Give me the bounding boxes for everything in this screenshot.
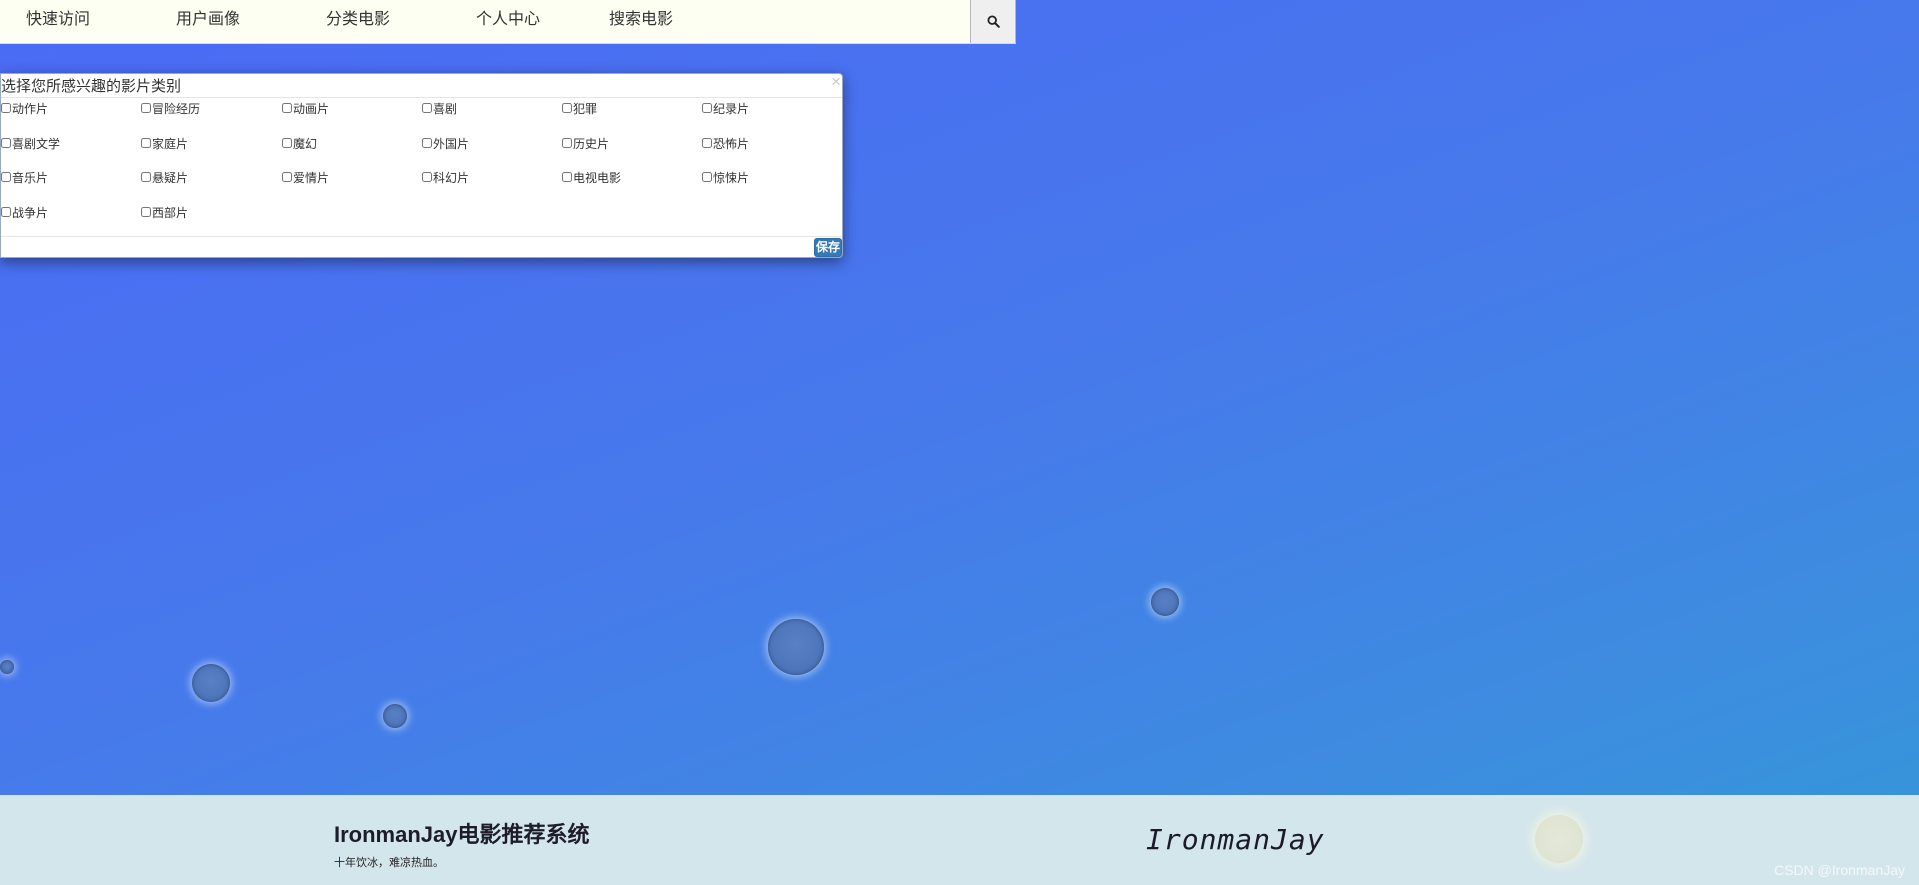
checkbox[interactable]: [702, 172, 712, 182]
checkbox[interactable]: [422, 138, 432, 148]
genre-checkbox-comedy[interactable]: 喜剧: [422, 100, 457, 116]
checkbox[interactable]: [422, 172, 432, 182]
checkbox[interactable]: [282, 138, 292, 148]
genre-checkbox-tv-movie[interactable]: 电视电影: [562, 169, 621, 185]
genre-checkbox-documentary[interactable]: 纪录片: [702, 100, 749, 116]
footer: IronmanJay电影推荐系统 十年饮冰，难凉热血。 IronmanJay: [0, 795, 1919, 885]
checkbox[interactable]: [702, 103, 712, 113]
decorative-bubble: [768, 619, 824, 675]
genre-checkbox-music[interactable]: 音乐片: [1, 169, 48, 185]
genre-checkbox-animation[interactable]: 动画片: [282, 100, 329, 116]
genre-checkbox-action[interactable]: 动作片: [1, 100, 48, 116]
top-navbar: 快速访问 用户画像 分类电影 个人中心 搜索电影: [0, 0, 1016, 44]
genre-checkbox-war[interactable]: 战争片: [1, 204, 48, 220]
checkbox[interactable]: [1, 103, 11, 113]
genre-checkbox-horror[interactable]: 恐怖片: [702, 135, 749, 151]
nav-item-search-movies[interactable]: 搜索电影: [609, 0, 673, 40]
genre-selection-modal: 选择您所感兴趣的影片类别 × 动作片 冒险经历 动画片 喜剧 犯罪 纪录片 喜剧…: [0, 73, 843, 258]
genre-checkbox-family[interactable]: 家庭片: [141, 135, 188, 151]
genre-checkbox-foreign[interactable]: 外国片: [422, 135, 469, 151]
csdn-watermark: CSDN @IronmanJay: [1774, 862, 1905, 878]
search-icon: [986, 15, 1000, 28]
nav-item-quick-access[interactable]: 快速访问: [26, 0, 90, 40]
checkbox[interactable]: [141, 172, 151, 182]
save-button[interactable]: 保存: [814, 238, 842, 257]
genre-checkbox-mystery[interactable]: 悬疑片: [141, 169, 188, 185]
checkbox[interactable]: [562, 103, 572, 113]
nav-item-user-profile[interactable]: 用户画像: [176, 0, 240, 40]
genre-checkbox-adventure[interactable]: 冒险经历: [141, 100, 200, 116]
genre-checkbox-western[interactable]: 西部片: [141, 204, 188, 220]
decorative-bubble: [1151, 588, 1179, 616]
genre-checkbox-crime[interactable]: 犯罪: [562, 100, 597, 116]
checkbox[interactable]: [141, 207, 151, 217]
footer-signature-logo: IronmanJay: [1146, 823, 1325, 856]
genre-checkbox-science-fiction[interactable]: 科幻片: [422, 169, 469, 185]
checkbox[interactable]: [562, 172, 572, 182]
genre-checkbox-history[interactable]: 历史片: [562, 135, 609, 151]
checkbox[interactable]: [702, 138, 712, 148]
footer-site-title: IronmanJay电影推荐系统: [334, 822, 590, 847]
checkbox[interactable]: [141, 103, 151, 113]
modal-divider: [1, 236, 842, 237]
modal-close-button[interactable]: ×: [831, 73, 841, 90]
footer-slogan: 十年饮冰，难凉热血。: [334, 857, 444, 869]
checkbox[interactable]: [1, 172, 11, 182]
nav-item-movie-categories[interactable]: 分类电影: [326, 0, 390, 40]
nav-item-personal-center[interactable]: 个人中心: [476, 0, 540, 40]
checkbox[interactable]: [1, 207, 11, 217]
checkbox[interactable]: [562, 138, 572, 148]
checkbox[interactable]: [1, 138, 11, 148]
decorative-bubble: [192, 664, 230, 702]
genre-checkbox-romance[interactable]: 爱情片: [282, 169, 329, 185]
genre-checkbox-fantasy[interactable]: 魔幻: [282, 135, 317, 151]
genre-checkbox-thriller[interactable]: 惊悚片: [702, 169, 749, 185]
checkbox[interactable]: [422, 103, 432, 113]
search-button[interactable]: [970, 0, 1016, 43]
decorative-bubble: [1535, 815, 1583, 863]
decorative-bubble: [383, 704, 407, 728]
checkbox[interactable]: [282, 103, 292, 113]
genre-checkbox-drama[interactable]: 喜剧文学: [1, 135, 60, 151]
modal-divider: [1, 97, 842, 98]
decorative-bubble: [0, 660, 14, 674]
checkbox[interactable]: [282, 172, 292, 182]
checkbox[interactable]: [141, 138, 151, 148]
modal-title: 选择您所感兴趣的影片类别: [1, 78, 182, 95]
